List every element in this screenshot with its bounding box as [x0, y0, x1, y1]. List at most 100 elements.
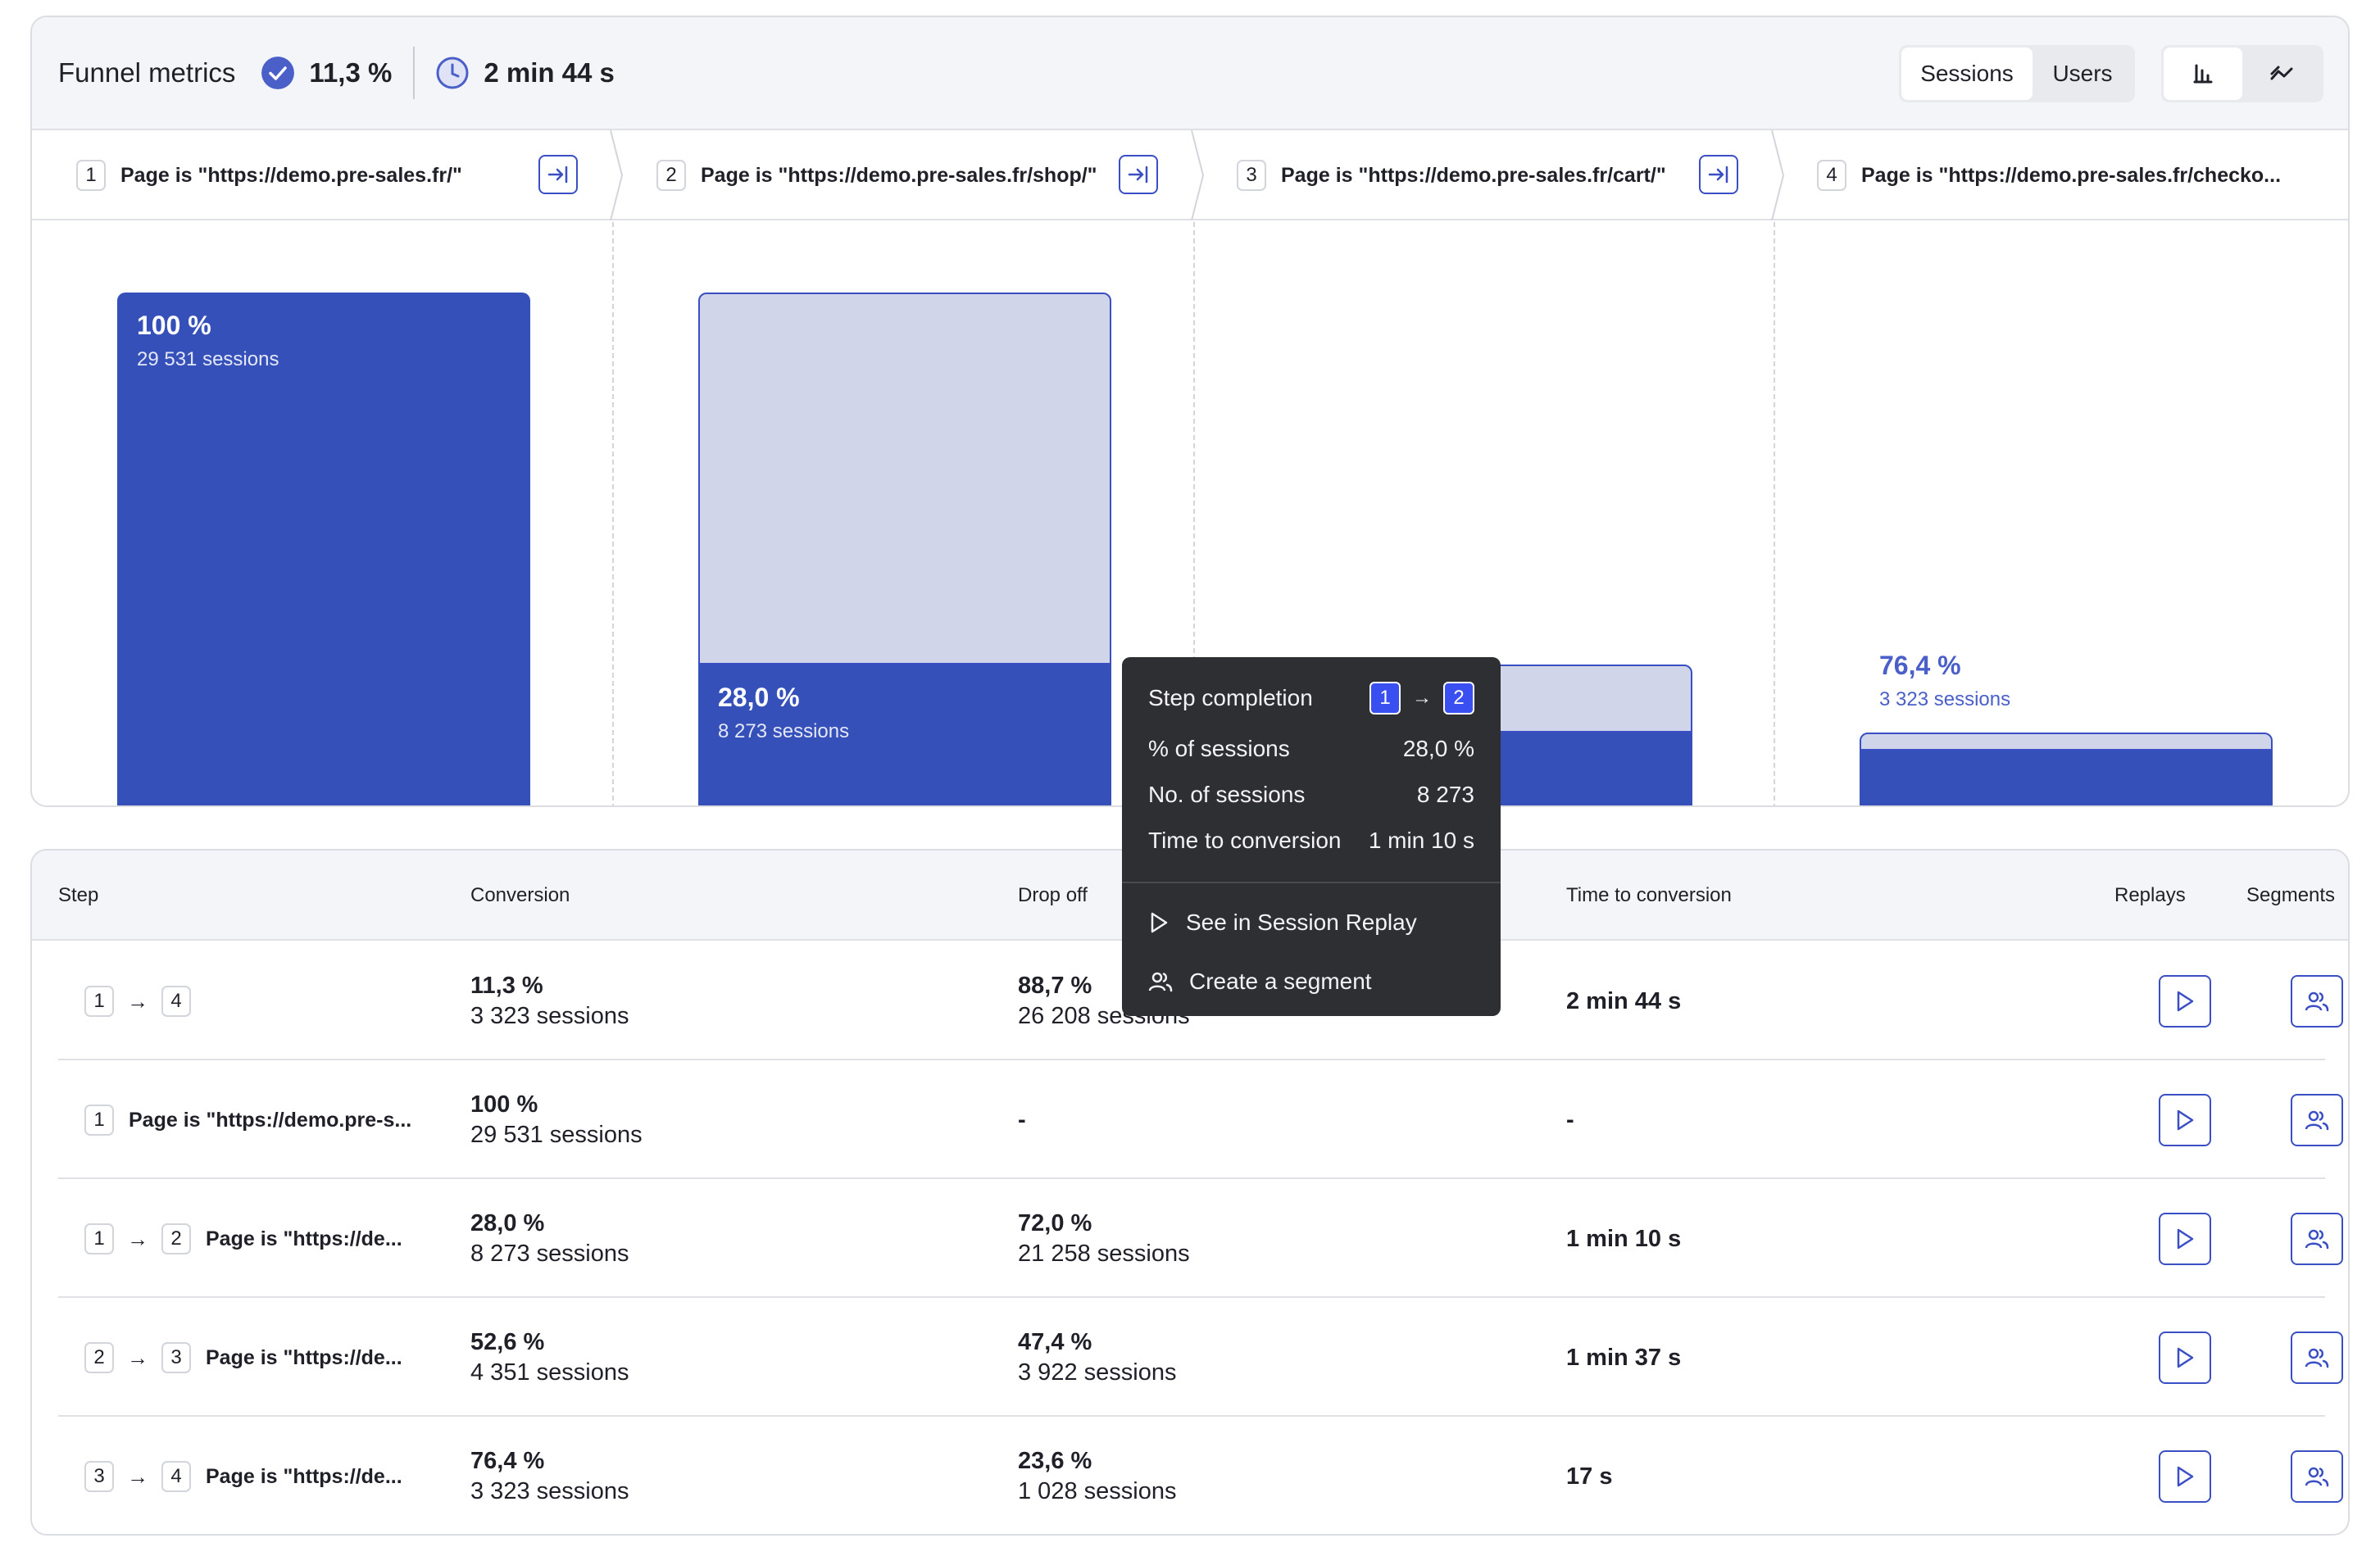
- arrow-right-icon: →: [127, 1345, 148, 1370]
- play-icon: [2177, 991, 2194, 1012]
- step-separator-chevron: [1191, 130, 1205, 220]
- play-icon: [1151, 912, 1168, 933]
- step-label: Page is "https://demo.pre-sales.fr/check…: [1861, 163, 2282, 187]
- step-header-2: 2 Page is "https://demo.pre-sales.fr/sho…: [656, 130, 1181, 220]
- time-cell: 1 min 37 s: [1566, 1299, 1681, 1417]
- segment-button[interactable]: [2291, 1094, 2343, 1146]
- conversion-metric: 11,3 %: [261, 57, 392, 89]
- table-row: 2 → 3 Page is "https://de... 52,6 % 4 351 ses…: [58, 1299, 2343, 1417]
- segment-button[interactable]: [2291, 1332, 2343, 1384]
- step-label: Page is "https://demo.pre-sales.fr/": [120, 163, 462, 187]
- time-metric: 2 min 44 s: [436, 57, 615, 89]
- segment-button[interactable]: [2291, 1450, 2343, 1503]
- tooltip-title-row: Step completion 1 → 2: [1148, 677, 1474, 719]
- chart-type-toggle: [2161, 45, 2323, 102]
- step-label: Page is "https://de...: [206, 1464, 402, 1488]
- conversion-value: 11,3 %: [309, 57, 393, 88]
- time-to-conversion: 1 min 37 s: [1566, 1344, 1682, 1371]
- tooltip-row: No. of sessions 8 273: [1148, 778, 1474, 811]
- conversion-sessions: 8 273 sessions: [470, 1241, 629, 1267]
- step-number-badge: 1: [76, 160, 106, 191]
- replay-button[interactable]: [2159, 1213, 2211, 1265]
- funnel-title: Funnel metrics: [58, 57, 236, 88]
- conversion-cell: 52,6 % 4 351 sessions: [470, 1299, 629, 1417]
- conversion-percent: 100 %: [470, 1091, 538, 1118]
- tooltip-to-badge: 2: [1443, 682, 1474, 715]
- col-header-conversion: Conversion: [470, 884, 570, 906]
- replay-button[interactable]: [2159, 1450, 2211, 1503]
- users-icon: [1148, 972, 1173, 992]
- step-cell: 1 → 4: [84, 942, 191, 1060]
- step-number-badge: 4: [1817, 160, 1846, 191]
- step-number-badge: 2: [656, 160, 686, 191]
- see-in-session-replay-button[interactable]: See in Session Replay: [1148, 910, 1417, 936]
- funnel-bar-previous[interactable]: [1860, 733, 2273, 751]
- arrow-right-icon: →: [127, 988, 148, 1014]
- time-cell: 17 s: [1566, 1418, 1613, 1534]
- arrow-to-end-icon: [1128, 166, 1148, 184]
- time-to-conversion: 2 min 44 s: [1566, 987, 1682, 1014]
- table-row: 3 → 4 Page is "https://de... 76,4 % 3 323 ses…: [58, 1418, 2343, 1534]
- time-cell: -: [1566, 1061, 1574, 1179]
- play-icon: [2177, 1466, 2194, 1487]
- time-to-conversion: -: [1566, 1106, 1574, 1133]
- step-separator-chevron: [1771, 130, 1785, 220]
- col-header-time: Time to conversion: [1566, 884, 1732, 906]
- segment-button[interactable]: [2291, 1213, 2343, 1265]
- create-segment-button[interactable]: Create a segment: [1148, 969, 1372, 995]
- step-jump-button-2[interactable]: [1119, 155, 1158, 194]
- funnel-bar[interactable]: [1860, 750, 2273, 805]
- arrow-right-icon: →: [1412, 687, 1432, 709]
- arrow-to-end-icon: [547, 166, 568, 184]
- tooltip-row-label: No. of sessions: [1148, 782, 1306, 807]
- users-toggle-button[interactable]: Users: [2033, 48, 2132, 100]
- tooltip-row-value: 1 min 10 s: [1368, 828, 1474, 853]
- step-number-badge: 4: [161, 986, 191, 1017]
- col-header-step: Step: [58, 884, 99, 906]
- step-number-badge: 3: [1237, 160, 1266, 191]
- conversion-cell: 11,3 % 3 323 sessions: [470, 942, 629, 1060]
- clock-icon: [436, 57, 469, 89]
- step-number-badge: 1: [84, 986, 114, 1017]
- step-number-badge: 2: [84, 1342, 114, 1373]
- users-icon: [2305, 1348, 2329, 1368]
- dropoff-percent: 23,6 %: [1018, 1448, 1092, 1474]
- dropoff-cell: -: [1018, 1061, 1026, 1179]
- conversion-cell: 28,0 % 8 273 sessions: [470, 1180, 629, 1298]
- step-completion-tooltip: Step completion 1 → 2 % of sessions 28,0…: [1122, 657, 1501, 1016]
- time-to-conversion: 17 s: [1566, 1463, 1613, 1490]
- conversion-percent: 52,6 %: [470, 1329, 545, 1355]
- segment-button[interactable]: [2291, 975, 2343, 1028]
- conversion-cell: 100 % 29 531 sessions: [470, 1061, 643, 1179]
- bar-percentage-label: 28,0 %: [718, 682, 800, 712]
- bar-chart-view-button[interactable]: [2164, 48, 2242, 100]
- step-divider: [1774, 222, 1775, 805]
- arrow-right-icon: →: [127, 1226, 148, 1251]
- time-value: 2 min 44 s: [484, 57, 615, 88]
- time-cell: 1 min 10 s: [1566, 1180, 1681, 1298]
- tooltip-divider: [1122, 882, 1501, 883]
- see-in-session-replay-label: See in Session Replay: [1186, 910, 1417, 935]
- funnel-bar-previous[interactable]: [698, 293, 1111, 665]
- step-label: Page is "https://de...: [206, 1345, 402, 1369]
- step-jump-button-1[interactable]: [538, 155, 578, 194]
- dropoff-cell: 23,6 % 1 028 sessions: [1018, 1418, 1176, 1534]
- col-header-replays: Replays: [2114, 884, 2186, 906]
- trend-chart-view-button[interactable]: [2242, 48, 2321, 100]
- bar-percentage-label: 100 %: [137, 311, 211, 340]
- step-cell: 3 → 4 Page is "https://de...: [84, 1418, 402, 1534]
- table-row: 1 Page is "https://demo.pre-s... 100 % 29 5…: [58, 1061, 2343, 1179]
- arrow-to-end-icon: [1708, 166, 1728, 184]
- step-header-3: 3 Page is "https://demo.pre-sales.fr/car…: [1237, 130, 1761, 220]
- replay-button[interactable]: [2159, 1332, 2211, 1384]
- step-cell: 2 → 3 Page is "https://de...: [84, 1299, 402, 1417]
- conversion-percent: 76,4 %: [470, 1448, 545, 1474]
- tooltip-row: % of sessions 28,0 %: [1148, 733, 1474, 765]
- replay-button[interactable]: [2159, 975, 2211, 1028]
- tooltip-step-range: 1 → 2: [1369, 682, 1474, 715]
- time-cell: 2 min 44 s: [1566, 942, 1681, 1060]
- sessions-toggle-button[interactable]: Sessions: [1901, 48, 2033, 100]
- replay-button[interactable]: [2159, 1094, 2211, 1146]
- step-jump-button-3[interactable]: [1699, 155, 1738, 194]
- time-to-conversion: 1 min 10 s: [1566, 1225, 1682, 1252]
